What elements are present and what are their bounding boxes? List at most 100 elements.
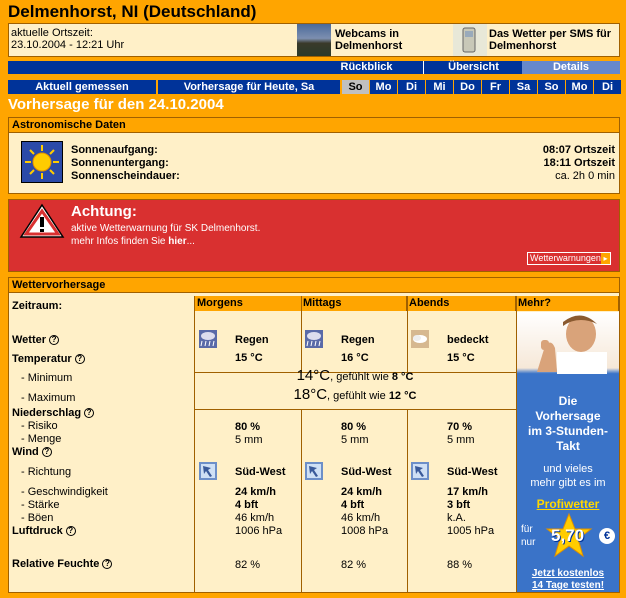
sunrise-label: Sonnenaufgang:: [71, 144, 158, 156]
wind-gusts: 46 km/h: [341, 512, 381, 524]
row-separator: [194, 409, 516, 410]
alert-line2-suffix: ...: [186, 236, 195, 247]
ad-price: 5,70: [551, 526, 585, 545]
max-temp: 18°C, gefühlt wie 12 °C: [195, 386, 515, 403]
alert-more-link[interactable]: hier: [168, 236, 186, 247]
period-label: Zeitraum:: [12, 300, 63, 312]
ad-line5: und vieles: [543, 463, 593, 475]
minimum-label: - Minimum: [21, 372, 73, 384]
help-icon[interactable]: ?: [102, 559, 113, 570]
nav-bar: Rückblick Übersicht Details: [8, 61, 620, 74]
ad-cta2: 14 Tage testen!: [531, 580, 605, 591]
temperature-label-text: Temperatur: [12, 353, 72, 365]
wind-direction-icon: [199, 462, 217, 480]
pressure-label-text: Luftdruck: [12, 525, 63, 537]
precip-risk: 80 %: [341, 421, 367, 433]
webcams-link[interactable]: Webcams in Delmenhorst: [335, 24, 453, 56]
help-icon[interactable]: ?: [49, 335, 60, 346]
max-feels-label: , gefühlt wie: [327, 390, 389, 402]
maximum-label: - Maximum: [21, 392, 76, 404]
ad-cta[interactable]: Jetzt kostenlos 14 Tage testen!: [517, 568, 619, 592]
arrow-right-icon: ▸: [601, 253, 610, 264]
strength-label: - Stärke: [21, 499, 60, 511]
max-temp-value: 18°C: [293, 386, 328, 403]
sms-phone-icon[interactable]: [453, 24, 487, 56]
wind-speed: 24 km/h: [235, 486, 276, 498]
pressure-label: Luftdruck?: [12, 525, 76, 537]
tab-day-9[interactable]: Di: [594, 80, 621, 94]
astro-section: Astronomische Daten Sonnenaufgang: Sonne…: [8, 117, 620, 194]
sun-icon: [21, 141, 63, 183]
col-separator: [301, 296, 302, 372]
ad-line1: Die: [558, 394, 578, 408]
col-mittags: Mittags: [301, 296, 407, 311]
sms-link-line2: Delmenhorst: [489, 40, 557, 52]
temperature-value: 15 °C: [235, 352, 263, 364]
alert-line2-prefix: mehr Infos finden Sie: [71, 236, 169, 247]
precipitation-label: Niederschlag?: [12, 407, 95, 419]
day-tabs: Aktuell gemessen Vorhersage für Heute, S…: [8, 80, 621, 94]
tab-day-0[interactable]: So: [342, 80, 369, 94]
tab-day-8[interactable]: Mo: [566, 80, 593, 94]
tab-day-5[interactable]: Fr: [482, 80, 509, 94]
forecast-heading: Vorhersage für den 24.10.2004: [8, 96, 224, 113]
help-icon[interactable]: ?: [84, 408, 95, 419]
weather-desc: Regen: [235, 334, 269, 346]
nav-uebersicht[interactable]: Übersicht: [424, 61, 524, 74]
wind-speed: 17 km/h: [447, 486, 488, 498]
forecast-table: Zeitraum: Morgens Mittags Abends Mehr? W…: [9, 296, 619, 592]
local-time-label: aktuelle Ortszeit:: [11, 27, 93, 39]
ad-only-label: nur: [521, 537, 536, 548]
local-time: aktuelle Ortszeit: 23.10.2004 - 12:21 Uh…: [11, 24, 301, 56]
profiwetter-ad[interactable]: Die Vorhersage im 3-Stunden- Takt und vi…: [517, 312, 619, 592]
wind-direction-icon: [411, 462, 429, 480]
tab-day-2[interactable]: Di: [398, 80, 425, 94]
tab-day-4[interactable]: Do: [454, 80, 481, 94]
tab-today[interactable]: Vorhersage für Heute, Sa: [158, 80, 340, 94]
webcam-thumbnail[interactable]: [297, 24, 331, 56]
sms-link[interactable]: Das Wetter per SMS für Delmenhorst: [489, 24, 621, 56]
help-icon[interactable]: ?: [41, 447, 52, 458]
amount-label: - Menge: [21, 433, 62, 445]
wind-direction: Süd-West: [341, 466, 392, 478]
webcams-link-line1: Webcams in: [335, 28, 399, 40]
temperature-value: 15 °C: [447, 352, 475, 364]
wind-speed: 24 km/h: [341, 486, 382, 498]
alert-title: Achtung:: [71, 203, 137, 220]
sunset-label: Sonnenuntergang:: [71, 157, 169, 169]
ad-line3: im 3-Stunden-: [528, 424, 608, 438]
sunset-value: 18:11 Ortszeit: [543, 157, 615, 169]
tab-current[interactable]: Aktuell gemessen: [8, 80, 156, 94]
rain-icon: [199, 330, 217, 348]
wind-label-text: Wind: [12, 446, 39, 458]
nav-rueckblick[interactable]: Rückblick: [310, 61, 424, 74]
wind-strength: 3 bft: [447, 499, 471, 511]
alert-text-line1: aktive Wetterwarnung für SK Delmenhorst.: [71, 223, 261, 234]
warning-icon: [19, 203, 65, 239]
weather-warnings-label: Wetterwarnungen: [530, 253, 601, 263]
help-icon[interactable]: ?: [65, 526, 76, 537]
alert-text-line2: mehr Infos finden Sie hier...: [71, 236, 195, 247]
tab-day-7[interactable]: So: [538, 80, 565, 94]
col-morgens: Morgens: [194, 296, 302, 311]
tab-day-1[interactable]: Mo: [370, 80, 397, 94]
ad-brand[interactable]: Profiwetter: [517, 497, 619, 511]
wind-gusts: k.A.: [447, 512, 466, 524]
ad-line6: mehr gibt es im: [530, 477, 606, 489]
relative-humidity: 88 %: [447, 559, 473, 571]
forecast-heading-bar: Wettervorhersage: [9, 278, 619, 293]
air-pressure: 1005 hPa: [447, 525, 495, 537]
ad-line4: Takt: [556, 439, 580, 453]
col-mehr: Mehr?: [516, 296, 619, 311]
tab-day-6[interactable]: Sa: [510, 80, 537, 94]
astro-heading: Astronomische Daten: [9, 118, 619, 133]
precip-risk: 80 %: [235, 421, 261, 433]
sunshine-duration-value: ca. 2h 0 min: [555, 170, 615, 182]
nav-details[interactable]: Details: [522, 61, 620, 74]
webcams-link-line2: Delmenhorst: [335, 40, 403, 52]
gusts-label: - Böen: [21, 512, 54, 524]
relative-humidity: 82 %: [235, 559, 261, 571]
weather-warnings-button[interactable]: Wetterwarnungen ▸: [527, 252, 611, 265]
help-icon[interactable]: ?: [74, 354, 85, 365]
tab-day-3[interactable]: Mi: [426, 80, 453, 94]
